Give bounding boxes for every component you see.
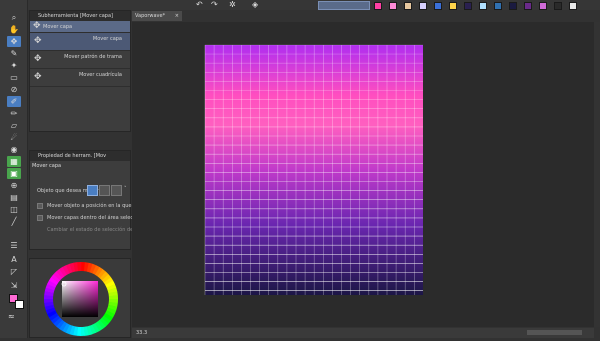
line-icon[interactable]: ╱ (7, 216, 21, 227)
layers-icon[interactable]: ☰ (7, 240, 21, 251)
color-swatch[interactable] (404, 2, 412, 10)
balloon-icon[interactable]: ◸ (7, 266, 21, 277)
sub-tool-item-move-grid[interactable]: ✥ Mover cuadrícula (30, 69, 130, 87)
ruler-icon[interactable]: ⊕ (7, 180, 21, 191)
sub-tool-tab[interactable]: Subherramienta [Mover capa] (30, 11, 130, 21)
color-swatch[interactable] (479, 2, 487, 10)
pen-icon[interactable]: ✎ (7, 48, 21, 59)
selection-icon[interactable]: ▭ (7, 72, 21, 83)
color-wheel[interactable] (30, 259, 132, 339)
option-checkbox-1[interactable] (37, 203, 43, 209)
brush-tool[interactable]: ✐ (7, 96, 21, 107)
color-swatch[interactable] (374, 2, 382, 10)
sub-tool-item-move-layer[interactable]: ✥ Mover capa (30, 33, 130, 51)
chevron-down-icon[interactable]: ˅ (124, 186, 127, 192)
canvas-artwork[interactable] (132, 22, 594, 327)
undo-icon[interactable]: ↶ (196, 0, 203, 10)
move-icon: ✥ (34, 72, 42, 82)
shape-icon[interactable]: ◫ (7, 204, 21, 215)
status-bar: 33.3 (132, 328, 594, 338)
target-layer-button[interactable] (87, 185, 98, 196)
blend-icon[interactable]: ☄ (7, 132, 21, 143)
option-checkbox-2[interactable] (37, 215, 43, 221)
move-layer-tool[interactable]: ✥ (7, 36, 21, 47)
wave-icon: ≈ (8, 312, 15, 321)
gradient-tool[interactable]: ▦ (7, 156, 21, 167)
tool-property-tab[interactable]: Propiedad de herram. [Mov (30, 151, 130, 161)
sub-tool-group[interactable]: ✥ Mover capa (30, 21, 130, 33)
move-icon: ✥ (34, 54, 42, 64)
move-icon: ✥ (33, 21, 41, 31)
operation-icon[interactable]: ⇲ (7, 280, 21, 291)
color-swatch[interactable] (494, 2, 502, 10)
tool-property-title: Mover capa (32, 163, 62, 169)
tool-property-panel: Propiedad de herram. [Mov Mover capa Obj… (29, 150, 153, 250)
sub-color-chip[interactable] (15, 300, 24, 309)
color-swatch[interactable] (539, 2, 547, 10)
color-swatch[interactable] (434, 2, 442, 10)
color-swatch[interactable] (554, 2, 562, 10)
target-grid-button[interactable] (111, 185, 122, 196)
move-icon: ✥ (34, 36, 42, 46)
settings-icon[interactable]: ✲ (229, 0, 236, 10)
color-wheel-panel (29, 258, 131, 338)
stroke-options[interactable] (318, 1, 370, 10)
tool-palette: ⌕ ✋ ✥ ✎ ✦ ▭ ⊘ ✐ ✏ ▱ ☄ ◉ ▦ ▣ ⊕ ▤ ◫ ╱ ☰ A … (0, 0, 28, 338)
zoom-value[interactable]: 33.3 (136, 330, 147, 336)
color-swatch[interactable] (389, 2, 397, 10)
zoom-icon[interactable]: ⌕ (7, 12, 21, 23)
target-tone-button[interactable] (99, 185, 110, 196)
canvas-area[interactable] (132, 22, 594, 327)
eraser-icon[interactable]: ▱ (7, 120, 21, 131)
vertical-scrollbar[interactable] (594, 22, 600, 327)
text-icon[interactable]: A (7, 254, 21, 265)
color-swatch[interactable] (419, 2, 427, 10)
color-swatch[interactable] (464, 2, 472, 10)
color-swatch[interactable] (569, 2, 577, 10)
eyedropper-icon[interactable]: ⊘ (7, 84, 21, 95)
sub-tool-panel: Subherramienta [Mover capa] ✥ Mover capa… (29, 10, 131, 132)
fill-icon[interactable]: ◈ (252, 0, 258, 10)
frame-icon[interactable]: ▤ (7, 192, 21, 203)
figure-tool[interactable]: ▣ (7, 168, 21, 179)
document-tab[interactable]: Vaporwave* × (132, 11, 182, 21)
magic-wand-icon[interactable]: ✦ (7, 60, 21, 71)
top-toolbar: ↶ ↷ ✲ ◈ (0, 0, 600, 10)
sub-tool-item-move-tone[interactable]: ✥ Mover patrón de trama (30, 51, 130, 69)
redo-icon[interactable]: ↷ (211, 0, 218, 10)
color-swatch[interactable] (449, 2, 457, 10)
move-icon[interactable]: ✋ (7, 24, 21, 35)
horizontal-scrollbar[interactable] (527, 330, 582, 335)
close-icon[interactable]: × (175, 11, 179, 21)
color-swatch[interactable] (524, 2, 532, 10)
fill-icon[interactable]: ◉ (7, 144, 21, 155)
color-swatch[interactable] (509, 2, 517, 10)
pencil-icon[interactable]: ✏ (7, 108, 21, 119)
